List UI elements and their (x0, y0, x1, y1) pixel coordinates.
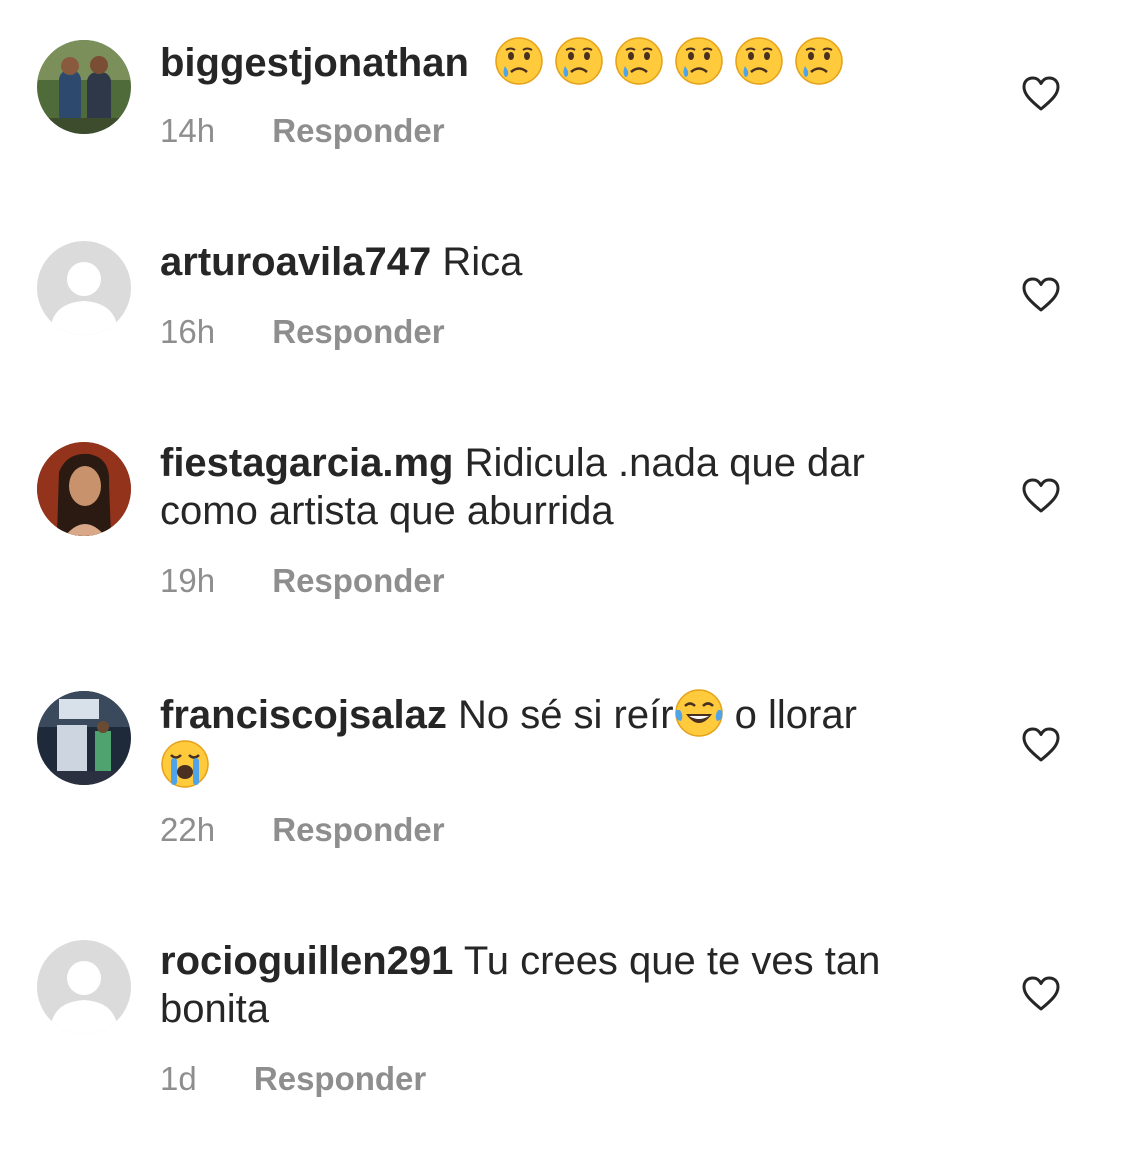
avatar[interactable] (37, 241, 131, 335)
comment-time: 16h (160, 313, 216, 350)
crying-face-icon (794, 36, 844, 86)
crying-face-icon (734, 36, 784, 86)
comment-time: 14h (160, 112, 216, 149)
heart-icon[interactable] (1022, 976, 1060, 1012)
comment-body: No sé si reír (457, 693, 674, 737)
comment-username[interactable]: fiestagarcia.mg (160, 441, 453, 485)
comment-meta: 14h Responder (160, 111, 445, 151)
crying-face-icon (614, 36, 664, 86)
comment-text: arturoavila747 Rica (160, 238, 960, 286)
comment-meta: 22h Responder (160, 810, 445, 850)
comment-body-continued: o llorar (723, 693, 857, 737)
avatar[interactable] (37, 40, 131, 134)
comment-text: rocioguillen291 Tu crees que te ves tan … (160, 937, 960, 1033)
comment-username[interactable]: franciscojsalaz (160, 693, 447, 737)
reply-button[interactable]: Responder (254, 1060, 426, 1097)
comment-body: Rica (442, 240, 523, 284)
comment-text: biggestjonathan (160, 36, 960, 87)
avatar[interactable] (37, 442, 131, 536)
heart-icon[interactable] (1022, 478, 1060, 514)
comment-text: fiestagarcia.mg Ridicula .nada que dar c… (160, 439, 960, 535)
comment-time: 22h (160, 811, 216, 848)
comment-meta: 16h Responder (160, 312, 445, 352)
reply-button[interactable]: Responder (272, 562, 444, 599)
comment-meta: 19h Responder (160, 561, 445, 601)
reply-button[interactable]: Responder (272, 112, 444, 149)
comment-time: 19h (160, 562, 216, 599)
heart-icon[interactable] (1022, 727, 1060, 763)
reply-button[interactable]: Responder (272, 811, 444, 848)
comment-username[interactable]: rocioguillen291 (160, 939, 453, 983)
crying-face-icon (494, 36, 544, 86)
reply-button[interactable]: Responder (272, 313, 444, 350)
comment-username[interactable]: arturoavila747 (160, 240, 431, 284)
comment-text: franciscojsalaz No sé si reír o llorar (160, 688, 960, 790)
heart-icon[interactable] (1022, 277, 1060, 313)
loudly-crying-face-icon (160, 739, 210, 789)
comment-time: 1d (160, 1060, 197, 1097)
comment-meta: 1d Responder (160, 1059, 426, 1099)
avatar[interactable] (37, 940, 131, 1034)
comment-username[interactable]: biggestjonathan (160, 41, 469, 85)
crying-face-icon (554, 36, 604, 86)
heart-icon[interactable] (1022, 76, 1060, 112)
tears-of-joy-icon (673, 688, 724, 738)
avatar[interactable] (37, 691, 131, 785)
crying-face-icon (674, 36, 724, 86)
